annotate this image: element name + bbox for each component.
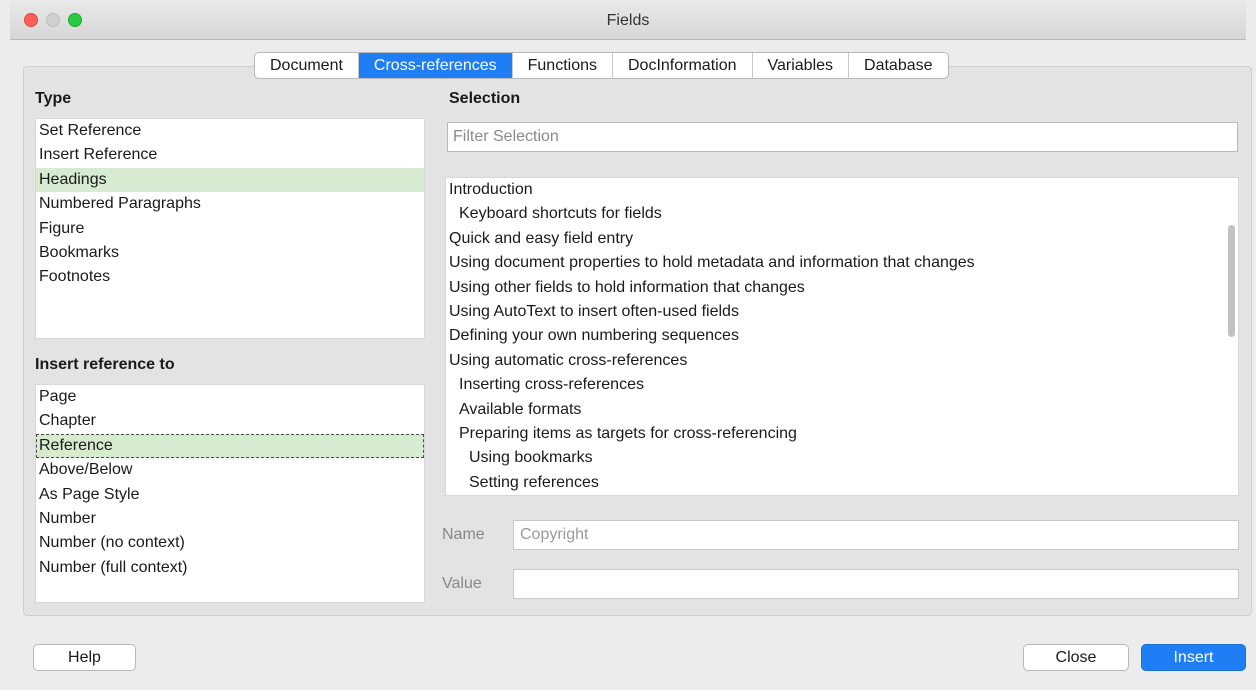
insert-ref-item-chapter[interactable]: Chapter [36, 409, 424, 433]
scrollbar-thumb[interactable] [1228, 225, 1235, 337]
selection-item[interactable]: Using automatic cross-references [446, 349, 1238, 373]
selection-item[interactable]: Setting references [446, 471, 1238, 495]
selection-item[interactable]: Defining your own numbering sequences [446, 324, 1238, 348]
selection-item[interactable]: Using document properties to hold metada… [446, 251, 1238, 275]
selection-item[interactable]: Introduction [446, 178, 1238, 202]
name-field[interactable]: Copyright [513, 520, 1239, 550]
value-field[interactable] [513, 569, 1239, 599]
tab-docinformation[interactable]: DocInformation [613, 53, 753, 78]
insert-ref-item-above-below[interactable]: Above/Below [36, 458, 424, 482]
selection-scrollbar[interactable] [1225, 177, 1239, 496]
close-button[interactable]: Close [1023, 644, 1129, 671]
name-label: Name [442, 526, 485, 543]
filter-selection-input[interactable] [447, 122, 1238, 152]
value-label: Value [442, 575, 482, 592]
selection-item[interactable]: Using bookmarks [446, 446, 1238, 470]
insert-ref-item-number-full-context[interactable]: Number (full context) [36, 556, 424, 580]
insert-reference-list[interactable]: Page Chapter Reference Above/Below As Pa… [35, 384, 425, 603]
insert-ref-item-number-no-context[interactable]: Number (no context) [36, 531, 424, 555]
type-item-numbered-paragraphs[interactable]: Numbered Paragraphs [36, 192, 424, 216]
selection-item[interactable]: Using AutoText to insert often-used fiel… [446, 300, 1238, 324]
type-item-headings[interactable]: Headings [36, 167, 424, 193]
selection-item[interactable]: Using other fields to hold information t… [446, 276, 1238, 300]
insert-button[interactable]: Insert [1141, 644, 1246, 671]
selection-item[interactable]: Preparing items as targets for cross-ref… [446, 422, 1238, 446]
help-button[interactable]: Help [33, 644, 136, 671]
type-heading: Type [35, 90, 72, 107]
selection-item[interactable]: Keyboard shortcuts for fields [446, 202, 1238, 226]
insert-reference-heading: Insert reference to [35, 356, 175, 373]
tab-functions[interactable]: Functions [513, 53, 613, 78]
window-title: Fields [606, 12, 650, 29]
tab-variables[interactable]: Variables [753, 53, 850, 78]
type-item-insert-reference[interactable]: Insert Reference [36, 143, 424, 167]
type-item-figure[interactable]: Figure [36, 217, 424, 241]
tab-bar: Document Cross-references Functions DocI… [254, 52, 949, 79]
type-item-footnotes[interactable]: Footnotes [36, 265, 424, 289]
selection-heading: Selection [449, 90, 521, 107]
type-item-bookmarks[interactable]: Bookmarks [36, 241, 424, 265]
type-item-set-reference[interactable]: Set Reference [36, 119, 424, 143]
selection-item[interactable]: Inserting cross-references [446, 373, 1238, 397]
selection-item[interactable]: Quick and easy field entry [446, 227, 1238, 251]
insert-ref-item-as-page-style[interactable]: As Page Style [36, 483, 424, 507]
tab-database[interactable]: Database [849, 53, 948, 78]
title-bar: Fields [10, 0, 1246, 40]
insert-ref-item-reference[interactable]: Reference [36, 433, 424, 459]
insert-ref-item-number[interactable]: Number [36, 507, 424, 531]
tab-cross-references[interactable]: Cross-references [358, 53, 513, 78]
selection-item[interactable]: Available formats [446, 398, 1238, 422]
insert-ref-item-page[interactable]: Page [36, 385, 424, 409]
selection-list[interactable]: Introduction Keyboard shortcuts for fiel… [445, 177, 1239, 496]
tab-document[interactable]: Document [255, 53, 359, 78]
type-list[interactable]: Set Reference Insert Reference Headings … [35, 118, 425, 339]
